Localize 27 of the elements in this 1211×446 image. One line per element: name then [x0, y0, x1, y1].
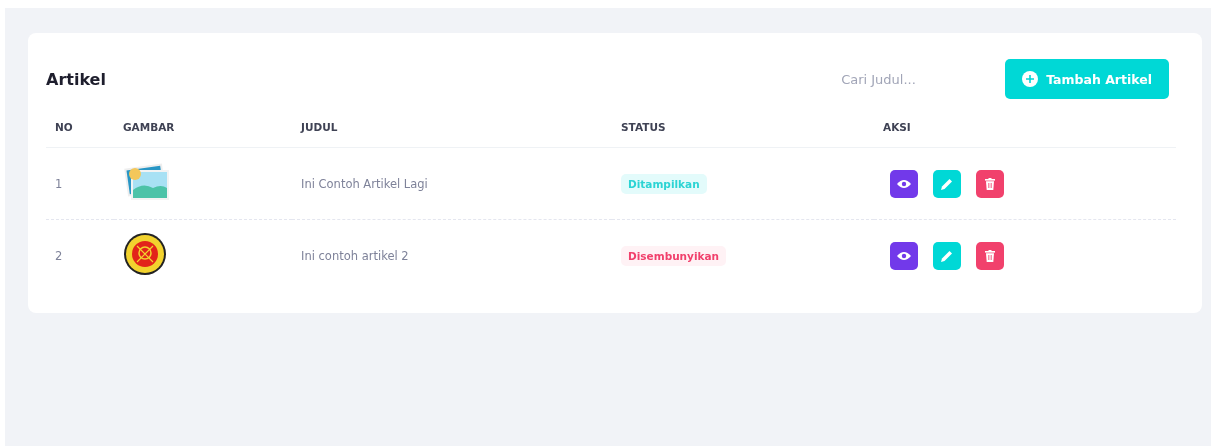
- article-title: Ini contoh artikel 2: [301, 248, 409, 263]
- image-placeholder-icon: [123, 162, 171, 202]
- column-header: GAMBAR: [123, 121, 175, 133]
- column-header: AKSI: [883, 121, 911, 133]
- eye-icon: [897, 250, 911, 261]
- row-number: 1: [55, 176, 63, 191]
- column-header: NO: [55, 121, 73, 133]
- status-badge: Ditampilkan: [621, 173, 707, 194]
- column-header: JUDUL: [301, 121, 338, 133]
- delete-button[interactable]: [976, 169, 1004, 198]
- view-button[interactable]: [890, 241, 918, 270]
- article-title: Ini Contoh Artikel Lagi: [301, 176, 428, 191]
- search-field[interactable]: Cari Judul...: [841, 65, 992, 93]
- plus-icon: [1022, 71, 1039, 87]
- trash-icon: [985, 177, 995, 190]
- pencil-icon: [941, 177, 953, 190]
- emblem-icon: [123, 232, 167, 276]
- add-article-button[interactable]: Tambah Artikel: [1005, 59, 1169, 99]
- column-header: STATUS: [621, 121, 666, 133]
- row-number: 2: [55, 248, 63, 263]
- trash-icon: [985, 249, 995, 262]
- delete-button[interactable]: [976, 241, 1004, 270]
- status-badge: Disembunyikan: [621, 245, 727, 266]
- view-button[interactable]: [890, 169, 918, 198]
- pencil-icon: [941, 249, 953, 262]
- eye-icon: [897, 178, 911, 189]
- card-title: Artikel: [46, 69, 107, 89]
